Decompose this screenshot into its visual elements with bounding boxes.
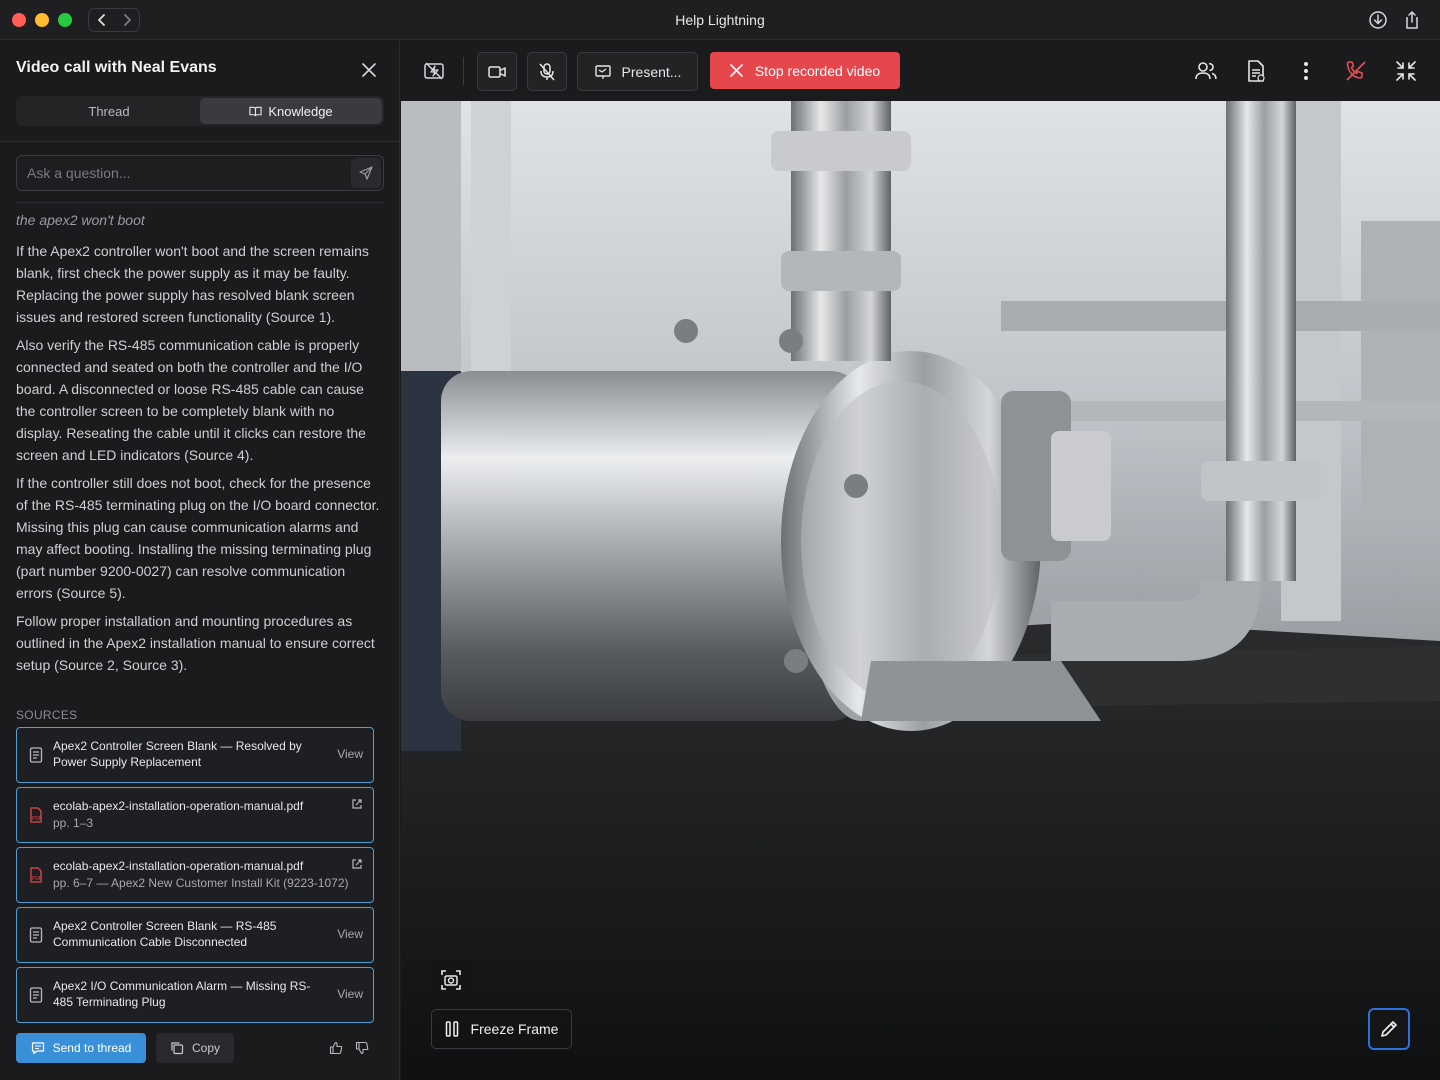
present-label: Present... (621, 63, 682, 80)
more-icon (1304, 62, 1308, 80)
title-bar: Help Lightning (0, 0, 1440, 40)
source-view-link[interactable]: View (337, 987, 363, 1001)
collapse-button[interactable] (1393, 58, 1419, 84)
ask-field (16, 155, 384, 191)
thumbs-down-button[interactable] (353, 1039, 371, 1057)
share-button[interactable] (1401, 9, 1423, 31)
send-to-thread-button[interactable]: Send to thread (16, 1033, 146, 1063)
pause-icon (445, 1021, 458, 1037)
camera-button[interactable] (477, 52, 517, 91)
panel-close-button[interactable] (358, 59, 380, 81)
thumbs-up-icon (329, 1041, 343, 1055)
document-icon (29, 987, 43, 1003)
source-title: Apex2 Controller Screen Blank — Resolved… (53, 739, 302, 769)
snapshot-button[interactable] (431, 961, 471, 999)
sources-label: SOURCES (16, 708, 78, 722)
thumbs-up-button[interactable] (327, 1039, 345, 1057)
send-to-thread-label: Send to thread (52, 1041, 132, 1055)
ask-input[interactable] (27, 156, 347, 190)
divider (0, 141, 400, 142)
user-query: the apex2 won't boot (16, 212, 145, 228)
answer-paragraph: Follow proper installation and mounting … (16, 613, 375, 673)
svg-text:PDF: PDF (32, 876, 42, 882)
close-icon (730, 64, 743, 77)
stop-recording-button[interactable]: Stop recorded video (710, 52, 900, 89)
source-card[interactable]: Apex2 I/O Communication Alarm — Missing … (16, 967, 374, 1023)
source-title: ecolab-apex2-installation-operation-manu… (53, 799, 304, 813)
collapse-icon (1396, 61, 1416, 81)
external-link-icon[interactable] (351, 858, 363, 870)
participants-icon (1195, 62, 1217, 80)
window-title: Help Lightning (675, 12, 765, 28)
more-options-button[interactable] (1293, 58, 1319, 84)
notes-icon (1248, 60, 1265, 82)
source-title: Apex2 I/O Communication Alarm — Missing … (53, 979, 311, 1009)
answer-paragraph: If the Apex2 controller won't boot and t… (16, 243, 369, 325)
copy-label: Copy (191, 1041, 220, 1055)
panel-tabs: Thread Knowledge (16, 96, 384, 126)
source-subtitle: pp. 1–3 (53, 816, 94, 830)
answer-paragraph: If the controller still does not boot, c… (16, 475, 380, 601)
snapshot-icon (441, 970, 461, 990)
pdf-icon: PDF (30, 867, 42, 883)
call-toolbar: Present... Stop recorded video (401, 41, 1440, 101)
source-view-link[interactable]: View (337, 747, 363, 761)
document-icon (29, 747, 43, 763)
svg-text:PDF: PDF (32, 816, 42, 822)
panel-title: Video call with Neal Evans (16, 59, 217, 76)
source-card[interactable]: Apex2 Controller Screen Blank — RS-485 C… (16, 907, 374, 963)
participants-button[interactable] (1193, 58, 1219, 84)
external-link-icon[interactable] (351, 798, 363, 810)
document-icon (29, 927, 43, 943)
download-button[interactable] (1367, 9, 1389, 31)
knowledge-panel: Video call with Neal Evans Thread Knowle… (0, 41, 400, 1080)
source-view-link[interactable]: View (337, 927, 363, 941)
answer-text: If the Apex2 controller won't boot and t… (16, 240, 380, 682)
copy-button[interactable]: Copy (156, 1033, 234, 1063)
chat-icon (31, 1042, 44, 1055)
flash-off-icon (424, 62, 444, 80)
source-card[interactable]: PDF ecolab-apex2-installation-operation-… (16, 787, 374, 843)
ask-send-button[interactable] (351, 158, 381, 188)
pdf-icon: PDF (30, 807, 42, 823)
source-card[interactable]: Apex2 Controller Screen Blank — Resolved… (16, 727, 374, 783)
annotate-button[interactable] (1368, 1008, 1410, 1050)
freeze-frame-label: Freeze Frame (470, 1021, 559, 1037)
mic-off-icon (539, 62, 555, 80)
share-icon (1406, 10, 1418, 29)
source-title: ecolab-apex2-installation-operation-manu… (53, 859, 304, 873)
tab-knowledge-label: Knowledge (268, 103, 333, 119)
answer-paragraph: Also verify the RS-485 communication cab… (16, 337, 366, 463)
book-icon (249, 106, 262, 116)
microphone-button[interactable] (527, 52, 567, 91)
source-title: Apex2 Controller Screen Blank — RS-485 C… (53, 919, 277, 949)
pump-video-image (401, 101, 1440, 1080)
tab-thread[interactable]: Thread (18, 98, 200, 124)
source-card[interactable]: PDF ecolab-apex2-installation-operation-… (16, 847, 374, 903)
thumbs-down-icon (355, 1041, 369, 1055)
end-call-button[interactable] (1343, 58, 1369, 84)
camera-icon (488, 65, 506, 78)
end-call-icon (1346, 61, 1366, 81)
tab-knowledge[interactable]: Knowledge (200, 98, 382, 124)
download-icon (1369, 11, 1387, 29)
toolbar-separator (463, 57, 464, 85)
freeze-frame-button[interactable]: Freeze Frame (431, 1009, 572, 1049)
tab-thread-label: Thread (88, 103, 130, 119)
notes-button[interactable] (1243, 58, 1269, 84)
divider (16, 202, 384, 203)
send-icon (359, 166, 373, 180)
flash-off-button[interactable] (421, 58, 447, 84)
video-feed[interactable]: Freeze Frame (401, 101, 1440, 1080)
present-button[interactable]: Present... (577, 52, 698, 91)
stop-recording-label: Stop recorded video (754, 62, 881, 79)
pencil-icon (1381, 1021, 1397, 1037)
present-icon (594, 64, 611, 79)
source-subtitle: pp. 6–7 — Apex2 New Customer Install Kit… (53, 876, 349, 890)
close-icon (362, 63, 376, 77)
copy-icon (171, 1042, 184, 1055)
